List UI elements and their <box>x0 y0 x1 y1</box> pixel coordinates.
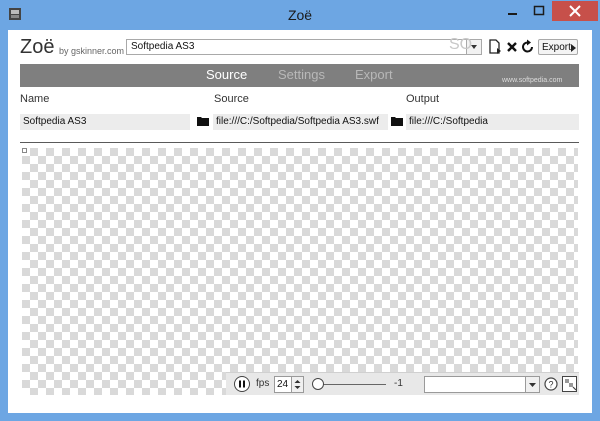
pause-icon <box>239 380 245 388</box>
name-field-value: Softpedia AS3 <box>23 116 87 127</box>
tab-source[interactable]: Source <box>206 67 247 82</box>
project-select-value: Softpedia AS3 <box>131 41 195 52</box>
preview-canvas <box>22 148 578 395</box>
export-button-label: Export <box>542 42 571 53</box>
output-field[interactable]: file:///C:/Softpedia <box>406 114 579 130</box>
frame-slider-track[interactable] <box>316 384 386 385</box>
player-controls: fps 24 -1 ? <box>226 372 579 395</box>
project-select[interactable]: Softpedia AS3 <box>126 39 482 55</box>
pause-button[interactable] <box>234 376 250 392</box>
source-column-header: Source <box>214 93 249 105</box>
help-icon[interactable]: ? <box>544 377 558 391</box>
app-window: Zoë by gskinner.com Softpedia AS3 SO Exp… <box>8 30 592 413</box>
stepper-arrows-icon <box>294 380 301 389</box>
minimize-icon <box>508 13 517 15</box>
folder-icon[interactable] <box>197 116 209 126</box>
close-icon <box>569 5 581 17</box>
minimize-button[interactable] <box>499 1 526 21</box>
name-column-header: Name <box>20 93 50 105</box>
fps-value: 24 <box>277 379 289 390</box>
fps-stepper[interactable]: 24 <box>274 376 304 393</box>
frame-slider-thumb[interactable] <box>312 378 324 390</box>
app-logo: Zoë <box>20 36 55 58</box>
new-document-icon[interactable] <box>488 39 502 55</box>
frame-select[interactable] <box>424 376 540 393</box>
output-column-header: Output <box>406 93 440 105</box>
softpedia-watermark: SO <box>449 36 473 53</box>
output-field-value: file:///C:/Softpedia <box>409 116 488 127</box>
background-toggle-icon[interactable] <box>562 376 577 392</box>
tab-settings[interactable]: Settings <box>278 67 325 82</box>
divider <box>20 142 579 143</box>
delete-icon[interactable] <box>505 39 519 55</box>
source-field-value: file:///C:/Softpedia/Softpedia AS3.swf <box>216 116 379 127</box>
frame-value: -1 <box>394 378 403 389</box>
canvas-registration-mark <box>22 148 27 153</box>
name-field[interactable]: Softpedia AS3 <box>20 114 190 130</box>
export-button[interactable]: Export <box>538 39 578 55</box>
fps-stepper-arrows[interactable] <box>291 377 303 392</box>
refresh-icon[interactable] <box>521 39 535 55</box>
tab-export[interactable]: Export <box>355 67 393 82</box>
title-bar: Zoë <box>0 0 600 30</box>
frame-select-arrow[interactable] <box>525 377 539 392</box>
source-field[interactable]: file:///C:/Softpedia/Softpedia AS3.swf <box>213 114 388 130</box>
tab-bar: Source Settings Export www.softpedia.com <box>20 64 579 87</box>
close-button[interactable] <box>552 1 598 21</box>
fps-label: fps <box>256 378 270 389</box>
chevron-down-icon <box>529 383 536 387</box>
maximize-icon <box>533 5 545 16</box>
logo-byline: by gskinner.com <box>59 46 125 56</box>
folder-icon[interactable] <box>391 116 403 126</box>
maximize-button[interactable] <box>526 1 552 21</box>
softpedia-url-watermark: www.softpedia.com <box>502 77 563 84</box>
play-right-icon <box>571 44 576 52</box>
svg-text:?: ? <box>548 380 553 390</box>
